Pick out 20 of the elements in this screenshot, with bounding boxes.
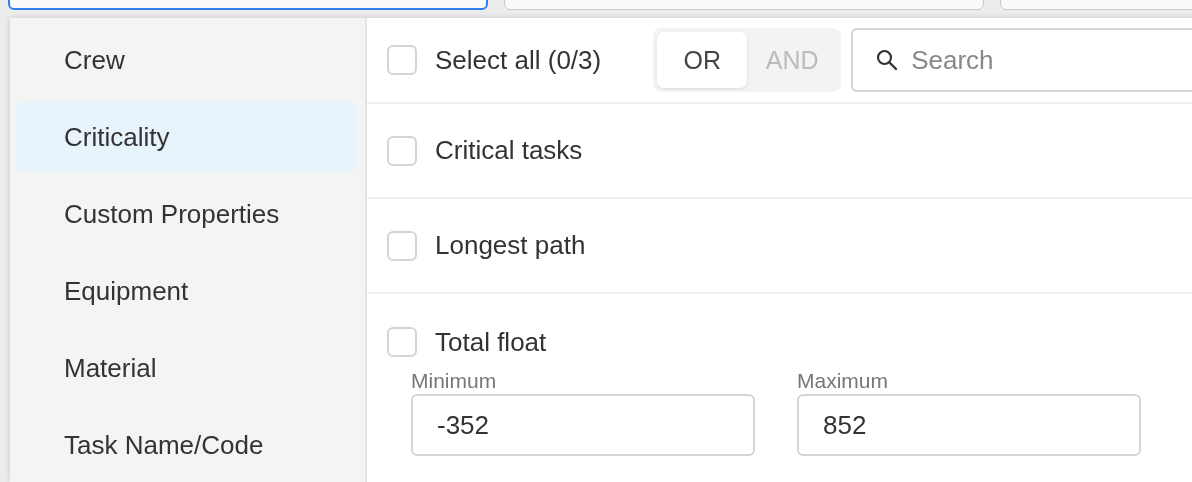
input-field[interactable]: 852 <box>797 394 1141 456</box>
category-item[interactable]: Custom Properties <box>16 179 357 249</box>
checkbox-label: Critical tasks <box>435 135 583 166</box>
category-item[interactable]: Crew <box>16 25 357 95</box>
category-item[interactable]: Material <box>16 333 357 403</box>
checkbox-label: Longest path <box>435 230 586 261</box>
checkbox-label: Select all (0/3) <box>435 44 602 76</box>
checkbox[interactable] <box>387 230 417 261</box>
checkbox[interactable] <box>387 45 417 75</box>
search-field[interactable]: Search <box>851 28 1192 92</box>
checkbox-label: Total float <box>435 326 547 358</box>
category-item[interactable]: Criticality <box>16 102 357 172</box>
field-label: Maximum <box>797 368 889 394</box>
input-field[interactable]: -352 <box>411 394 755 456</box>
category-item[interactable]: Equipment <box>16 256 357 326</box>
checkbox[interactable] <box>387 135 417 166</box>
toggle-button[interactable]: OR <box>657 32 748 88</box>
checkbox[interactable] <box>387 327 417 357</box>
category-item[interactable]: Task Name/Code <box>16 410 357 480</box>
field-label: Minimum <box>411 368 498 394</box>
